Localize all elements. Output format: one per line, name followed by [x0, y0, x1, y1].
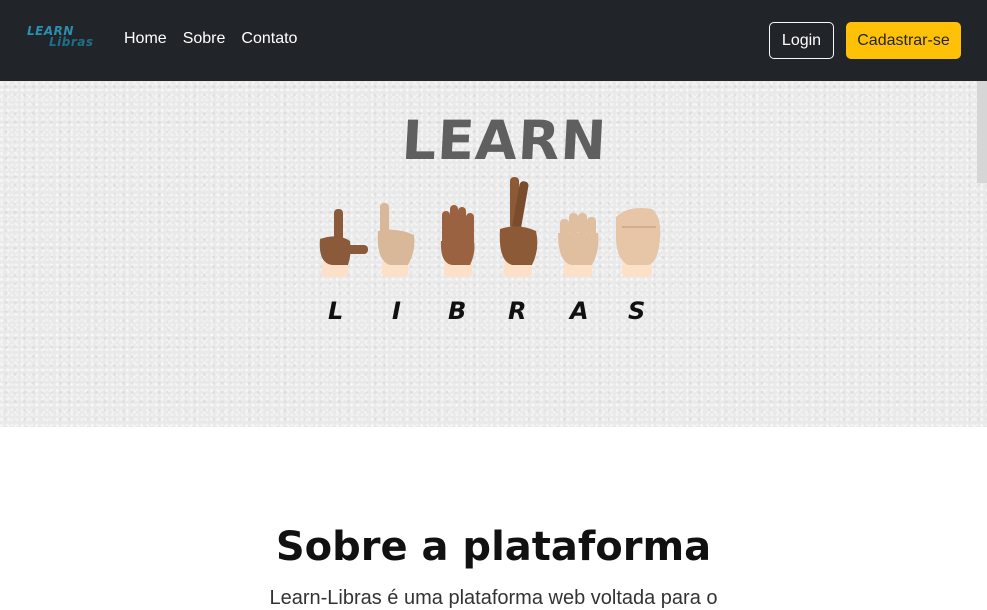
- hand-r-icon: [499, 177, 538, 277]
- hand-a-icon: [558, 213, 599, 277]
- hand-l-icon: [319, 209, 368, 277]
- nav-sobre[interactable]: Sobre: [183, 30, 226, 48]
- hand-b-icon: [440, 205, 475, 277]
- nav-links: Home Sobre Contato: [124, 30, 313, 48]
- hero-scrollbar[interactable]: [977, 81, 987, 183]
- about-title: Sobre a plataforma: [275, 524, 712, 570]
- nav-home[interactable]: Home: [124, 30, 167, 48]
- letter-i: I: [392, 297, 401, 325]
- hero-title: LEARN: [400, 109, 609, 172]
- hero-banner: LEARN L I B R A S: [0, 81, 987, 427]
- login-button[interactable]: Login: [769, 22, 834, 59]
- letter-s: S: [628, 297, 646, 325]
- about-text: Learn-Libras é uma plataforma web voltad…: [269, 587, 718, 609]
- hand-s-icon: [616, 208, 661, 277]
- brand-logo[interactable]: LEARN Libras: [25, 24, 109, 50]
- hero-letters: L I B R A S: [320, 297, 660, 327]
- nav-contato[interactable]: Contato: [241, 30, 297, 48]
- letter-l: L: [328, 297, 344, 325]
- hand-i-icon: [377, 203, 415, 277]
- letter-a: A: [570, 297, 589, 325]
- signup-button[interactable]: Cadastrar-se: [846, 22, 961, 59]
- brand-line-2: Libras: [49, 35, 94, 49]
- navbar: LEARN Libras Home Sobre Contato Login Ca…: [0, 0, 987, 81]
- letter-r: R: [508, 297, 527, 325]
- letter-b: B: [448, 297, 467, 325]
